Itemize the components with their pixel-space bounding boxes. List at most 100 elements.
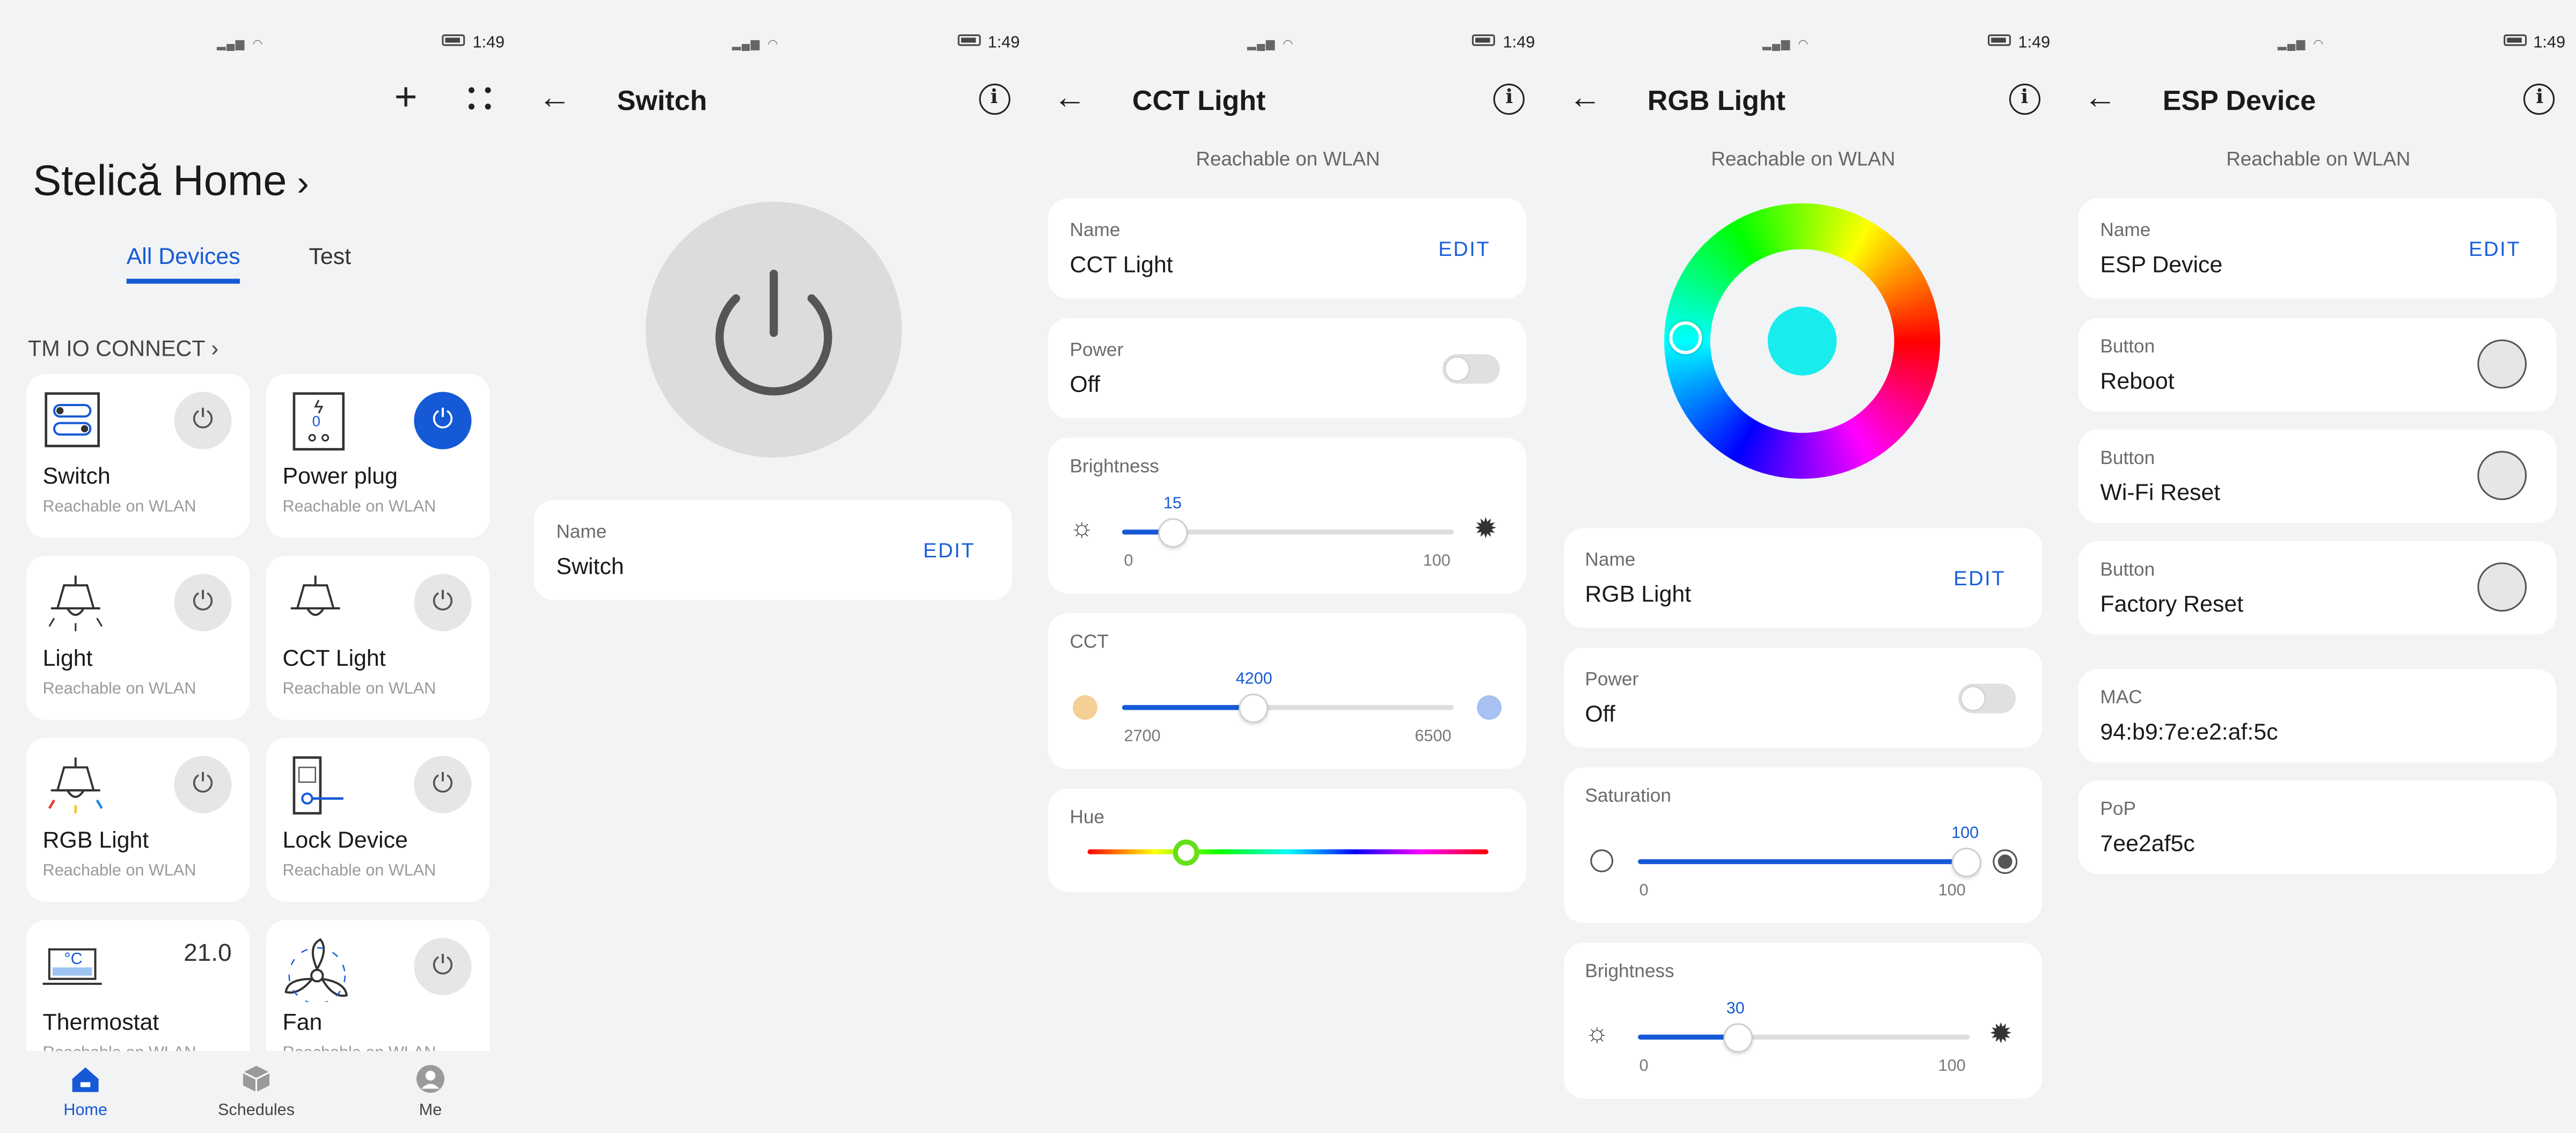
field-value: RGB Light bbox=[1585, 580, 1692, 607]
color-wheel[interactable] bbox=[1664, 203, 1940, 479]
group-name: TM IO CONNECT bbox=[28, 336, 205, 361]
rgb-light-screen: ▂▄▆ ◠ 1:49 ← RGB Light i Reachable on WL… bbox=[1545, 0, 2061, 1133]
power-button[interactable]: ⏻ bbox=[174, 756, 232, 814]
nav-label: Me bbox=[419, 1101, 442, 1120]
name-card: Name CCT Light EDIT bbox=[1048, 198, 1527, 299]
power-icon: ⏻ bbox=[432, 952, 453, 981]
info-icon[interactable]: i bbox=[978, 83, 1010, 115]
power-button[interactable]: ⏻ bbox=[414, 938, 472, 996]
edit-button[interactable]: EDIT bbox=[1438, 238, 1490, 261]
wifi-icon: ◠ bbox=[1283, 39, 1294, 51]
page-title: Switch bbox=[617, 85, 707, 117]
edit-button[interactable]: EDIT bbox=[923, 540, 975, 563]
back-arrow-icon[interactable]: ← bbox=[538, 82, 571, 115]
group-header[interactable]: TM IO CONNECT › bbox=[28, 336, 218, 361]
reachability-status: Reachable on WLAN bbox=[2226, 148, 2411, 171]
brightness-slider-thumb[interactable] bbox=[1158, 518, 1188, 548]
info-icon[interactable]: i bbox=[1494, 83, 1525, 115]
color-wheel-thumb[interactable] bbox=[1668, 321, 1702, 355]
saturation-card: Saturation 100 0 100 bbox=[1563, 767, 2042, 923]
power-button[interactable]: ⏻ bbox=[414, 573, 472, 631]
thermostat-unit: °C bbox=[64, 951, 83, 969]
switch-screen: ▂▄▆ ◠ 1:49 ← Switch i Name Switch EDIT bbox=[515, 0, 1030, 1133]
chevron-right-icon: › bbox=[204, 336, 219, 361]
device-name: Switch bbox=[42, 462, 111, 489]
fan-icon bbox=[283, 936, 352, 1010]
brightness-card: Brightness ☼ ✹ 30 0 100 bbox=[1563, 943, 2042, 1099]
field-value: Switch bbox=[556, 553, 624, 579]
battery-icon bbox=[1988, 34, 2011, 47]
cct-slider-thumb[interactable] bbox=[1239, 693, 1269, 723]
field-label: Button bbox=[2100, 449, 2155, 469]
signal-icon: ▂▄▆ bbox=[1247, 39, 1276, 51]
esp-device-screen: ▂▄▆ ◠ 1:49 ← ESP Device i Reachable on W… bbox=[2060, 0, 2576, 1133]
device-card-light[interactable]: ⏻ Light Reachable on WLAN bbox=[26, 556, 250, 720]
home-title[interactable]: Stelică Home › bbox=[33, 156, 309, 207]
reboot-button[interactable] bbox=[2478, 339, 2528, 389]
tab-indicator bbox=[126, 278, 240, 283]
bottom-nav: Home Schedules Me bbox=[0, 1051, 515, 1133]
power-icon: ⏻ bbox=[192, 588, 214, 617]
nav-schedules[interactable]: Schedules bbox=[210, 1064, 302, 1120]
power-button[interactable]: ⏻ bbox=[174, 573, 232, 631]
power-toggle[interactable] bbox=[1443, 354, 1501, 384]
device-card-cct-light[interactable]: ⏻ CCT Light Reachable on WLAN bbox=[266, 556, 490, 720]
field-value: ESP Device bbox=[2100, 251, 2223, 277]
power-button[interactable]: ⏻ bbox=[174, 392, 232, 450]
hue-slider-thumb[interactable] bbox=[1173, 839, 1200, 866]
power-toggle-button[interactable] bbox=[645, 201, 902, 458]
info-icon[interactable]: i bbox=[2009, 83, 2040, 115]
saturation-slider-thumb[interactable] bbox=[1951, 848, 1981, 878]
status-time: 1:49 bbox=[2018, 34, 2051, 53]
back-arrow-icon[interactable]: ← bbox=[1569, 82, 1601, 115]
device-card-lock-device[interactable]: ⏻ Lock Device Reachable on WLAN bbox=[266, 738, 490, 902]
tab-all-devices[interactable]: All Devices bbox=[126, 242, 240, 283]
back-arrow-icon[interactable]: ← bbox=[2084, 82, 2117, 115]
profile-icon bbox=[416, 1065, 445, 1093]
power-icon: ⏻ bbox=[432, 407, 453, 435]
slider-fill bbox=[1122, 705, 1254, 710]
device-card-power-plug[interactable]: 0 ⏻ Power plug Reachable on WLAN bbox=[266, 373, 490, 538]
field-label: Power bbox=[1585, 671, 1639, 690]
grid-menu-icon[interactable] bbox=[466, 85, 493, 120]
power-button[interactable]: ⏻ bbox=[414, 392, 472, 450]
power-button[interactable]: ⏻ bbox=[414, 756, 472, 814]
slider-min: 2700 bbox=[1124, 728, 1161, 746]
saturation-high-icon bbox=[1992, 849, 2017, 874]
nav-home[interactable]: Home bbox=[49, 1064, 122, 1120]
wifi-icon: ◠ bbox=[767, 39, 779, 51]
wifi-reset-card: Button Wi-Fi Reset bbox=[2079, 429, 2557, 524]
saturation-low-icon bbox=[1590, 849, 1613, 873]
wifi-reset-button[interactable] bbox=[2478, 451, 2528, 501]
field-label: Name bbox=[2100, 221, 2151, 241]
signal-icon: ▂▄▆ bbox=[2278, 39, 2306, 51]
power-icon: ⏻ bbox=[432, 770, 453, 799]
edit-button[interactable]: EDIT bbox=[1953, 568, 2006, 591]
home-icon bbox=[72, 1067, 99, 1092]
slider-max: 100 bbox=[1423, 553, 1451, 571]
brightness-slider-thumb[interactable] bbox=[1723, 1023, 1753, 1053]
field-label: CCT bbox=[1070, 632, 1109, 653]
tab-test[interactable]: Test bbox=[309, 242, 352, 269]
name-card: Name ESP Device EDIT bbox=[2079, 198, 2557, 299]
device-card-switch[interactable]: ⏻ Switch Reachable on WLAN bbox=[26, 373, 250, 538]
slider-min: 0 bbox=[1124, 553, 1133, 571]
info-icon[interactable]: i bbox=[2524, 83, 2556, 115]
nav-me[interactable]: Me bbox=[394, 1064, 467, 1120]
reboot-card: Button Reboot bbox=[2079, 318, 2557, 412]
add-icon[interactable]: + bbox=[394, 78, 418, 118]
switch-icon bbox=[43, 390, 102, 457]
selected-color-preview bbox=[1767, 306, 1836, 376]
device-name: CCT Light bbox=[282, 644, 386, 671]
edit-button[interactable]: EDIT bbox=[2469, 238, 2521, 261]
toggle-knob bbox=[1961, 687, 1985, 710]
field-label: Name bbox=[1585, 550, 1636, 571]
device-name: Light bbox=[42, 644, 93, 671]
field-label: MAC bbox=[2100, 688, 2142, 709]
device-card-rgb-light[interactable]: ⏻ RGB Light Reachable on WLAN bbox=[26, 738, 250, 902]
power-toggle[interactable] bbox=[1958, 683, 2016, 713]
field-label: Brightness bbox=[1585, 962, 1674, 982]
factory-reset-button[interactable] bbox=[2478, 562, 2528, 612]
field-label: Hue bbox=[1070, 808, 1105, 828]
back-arrow-icon[interactable]: ← bbox=[1053, 82, 1086, 115]
